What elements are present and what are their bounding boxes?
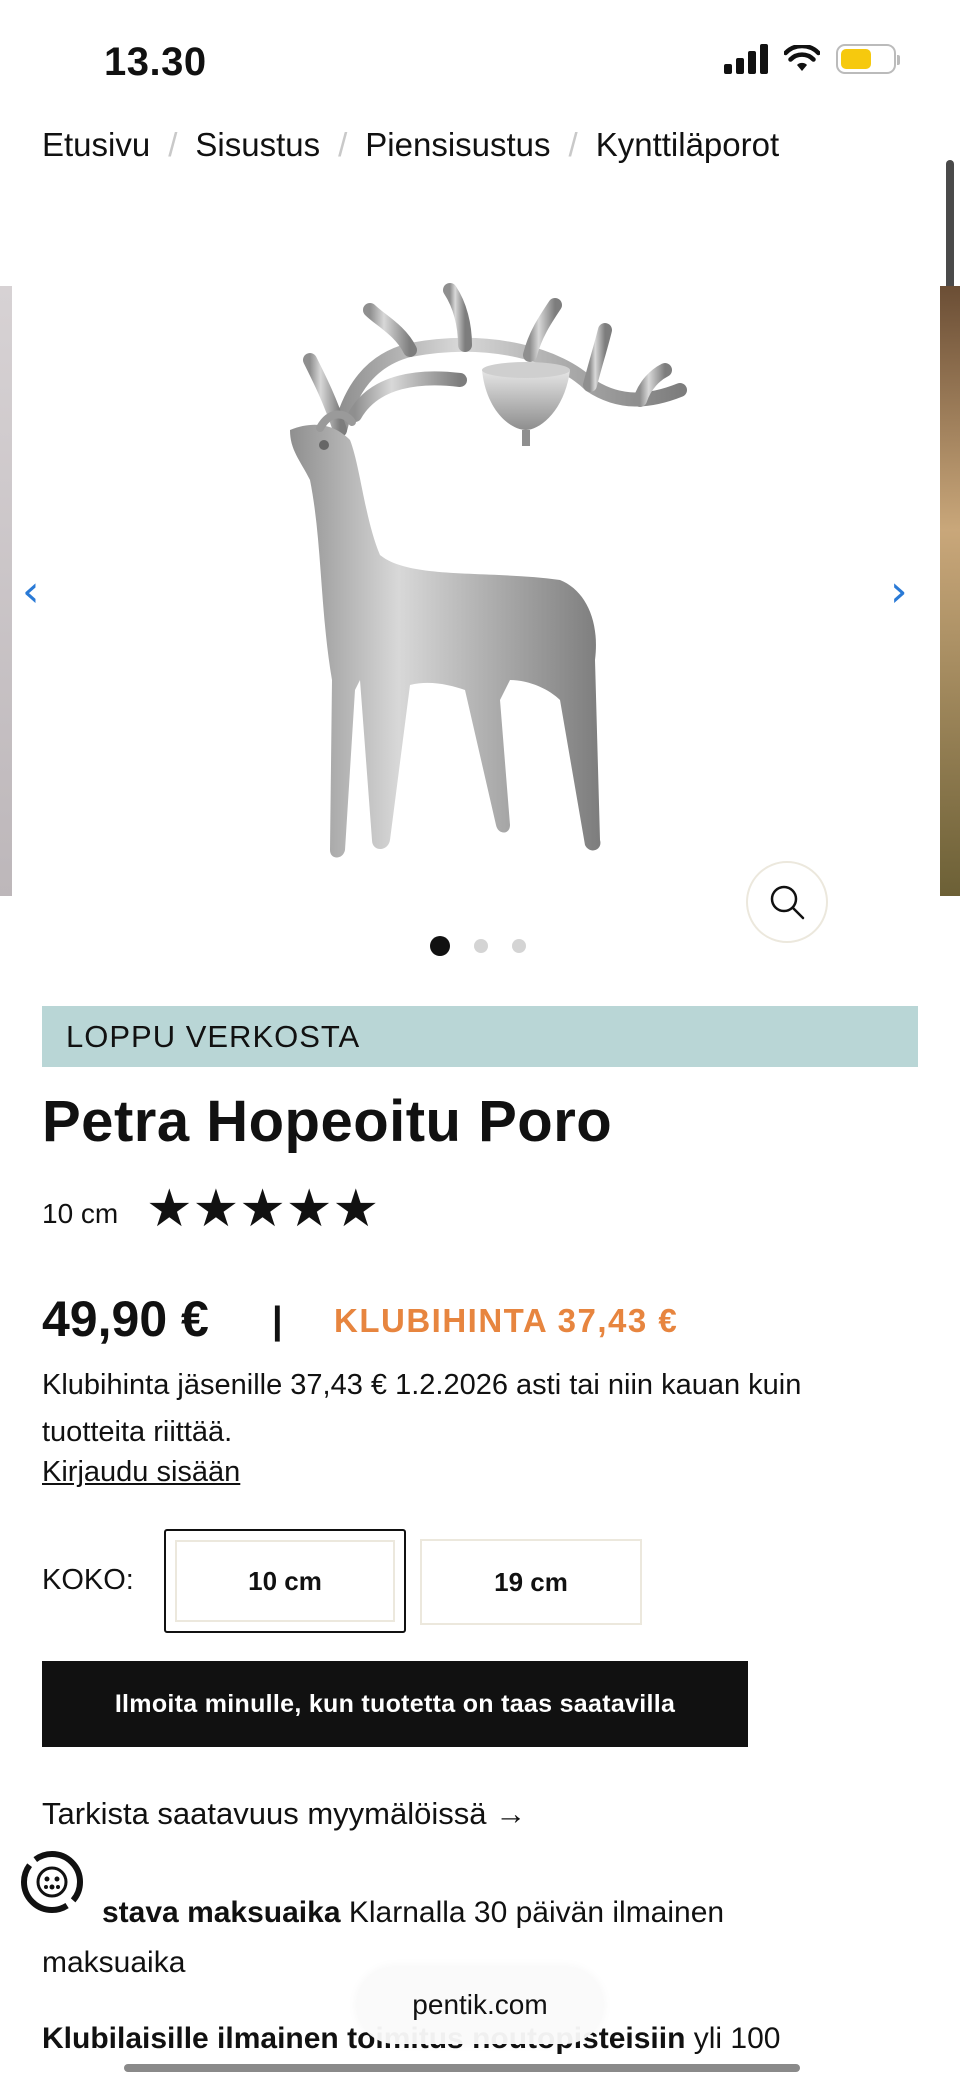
zoom-button[interactable] — [746, 861, 828, 943]
status-time: 13.30 — [104, 40, 207, 84]
wifi-icon — [784, 45, 820, 71]
stock-badge: LOPPU VERKOSTA — [42, 1006, 918, 1067]
cellular-signal-icon — [724, 44, 768, 74]
product-title: Petra Hopeoitu Poro — [42, 1089, 613, 1154]
gallery-dot-3[interactable] — [512, 939, 526, 953]
gallery-next-arrow-icon[interactable]: › — [890, 566, 908, 617]
next-image-peek — [940, 286, 960, 896]
gallery-dot-2[interactable] — [474, 939, 488, 953]
login-link[interactable]: Kirjaudu sisään — [42, 1456, 240, 1489]
check-store-availability-link[interactable]: Tarkista saatavuus myymälöissä → — [42, 1796, 526, 1832]
club-price-description: Klubihinta jäsenille 37,43 € 1.2.2026 as… — [42, 1369, 802, 1448]
notify-me-button[interactable]: Ilmoita minulle, kun tuotetta on taas sa… — [42, 1661, 748, 1747]
product-size: 10 cm — [42, 1198, 119, 1229]
gallery-prev-arrow-icon[interactable]: ‹ — [22, 566, 40, 617]
breadcrumb: Etusivu / Sisustus / Piensisustus / Kynt… — [42, 126, 779, 164]
gallery-dot-1[interactable] — [430, 936, 450, 956]
shipping-info-text: yli 100 — [685, 2022, 781, 2055]
breadcrumb-separator: / — [338, 126, 348, 163]
product-image[interactable] — [260, 280, 700, 880]
gallery-pagination — [430, 936, 526, 956]
payment-info-bold: stava maksuaika — [102, 1896, 341, 1929]
size-option-label: 10 cm — [175, 1540, 395, 1622]
payment-info-line2: maksuaika — [42, 1946, 186, 1979]
breadcrumb-piensisustus[interactable]: Piensisustus — [365, 126, 550, 164]
breadcrumb-sisustus[interactable]: Sisustus — [195, 126, 320, 164]
previous-image-peek — [0, 286, 12, 896]
rating-stars[interactable]: ★★★★★ — [146, 1183, 379, 1235]
breadcrumb-separator: / — [168, 126, 178, 163]
size-label: KOKO: — [42, 1564, 134, 1596]
payment-info-text: Klarnalla 30 päivän ilmainen — [340, 1896, 725, 1929]
payment-info: stava maksuaika Klarnalla 30 päivän ilma… — [102, 1896, 724, 1930]
browser-url-bar[interactable]: pentik.com — [356, 1966, 604, 2044]
price-separator: | — [272, 1300, 283, 1342]
size-option-19cm[interactable]: 19 cm — [420, 1539, 642, 1625]
home-indicator[interactable] — [124, 2064, 800, 2072]
breadcrumb-etusivu[interactable]: Etusivu — [42, 126, 150, 164]
magnifier-icon — [770, 885, 805, 920]
battery-icon — [836, 44, 900, 74]
club-price: KLUBIHINTA 37,43 € — [334, 1302, 679, 1339]
product-price: 49,90 € — [42, 1291, 209, 1347]
breadcrumb-kynttilaporot[interactable]: Kynttiläporot — [596, 126, 779, 164]
status-icons — [724, 44, 900, 74]
size-option-10cm[interactable]: 10 cm — [164, 1529, 406, 1633]
breadcrumb-separator: / — [568, 126, 578, 163]
accessibility-widget-icon[interactable] — [18, 1848, 86, 1916]
page-scrollbar[interactable] — [946, 160, 954, 290]
